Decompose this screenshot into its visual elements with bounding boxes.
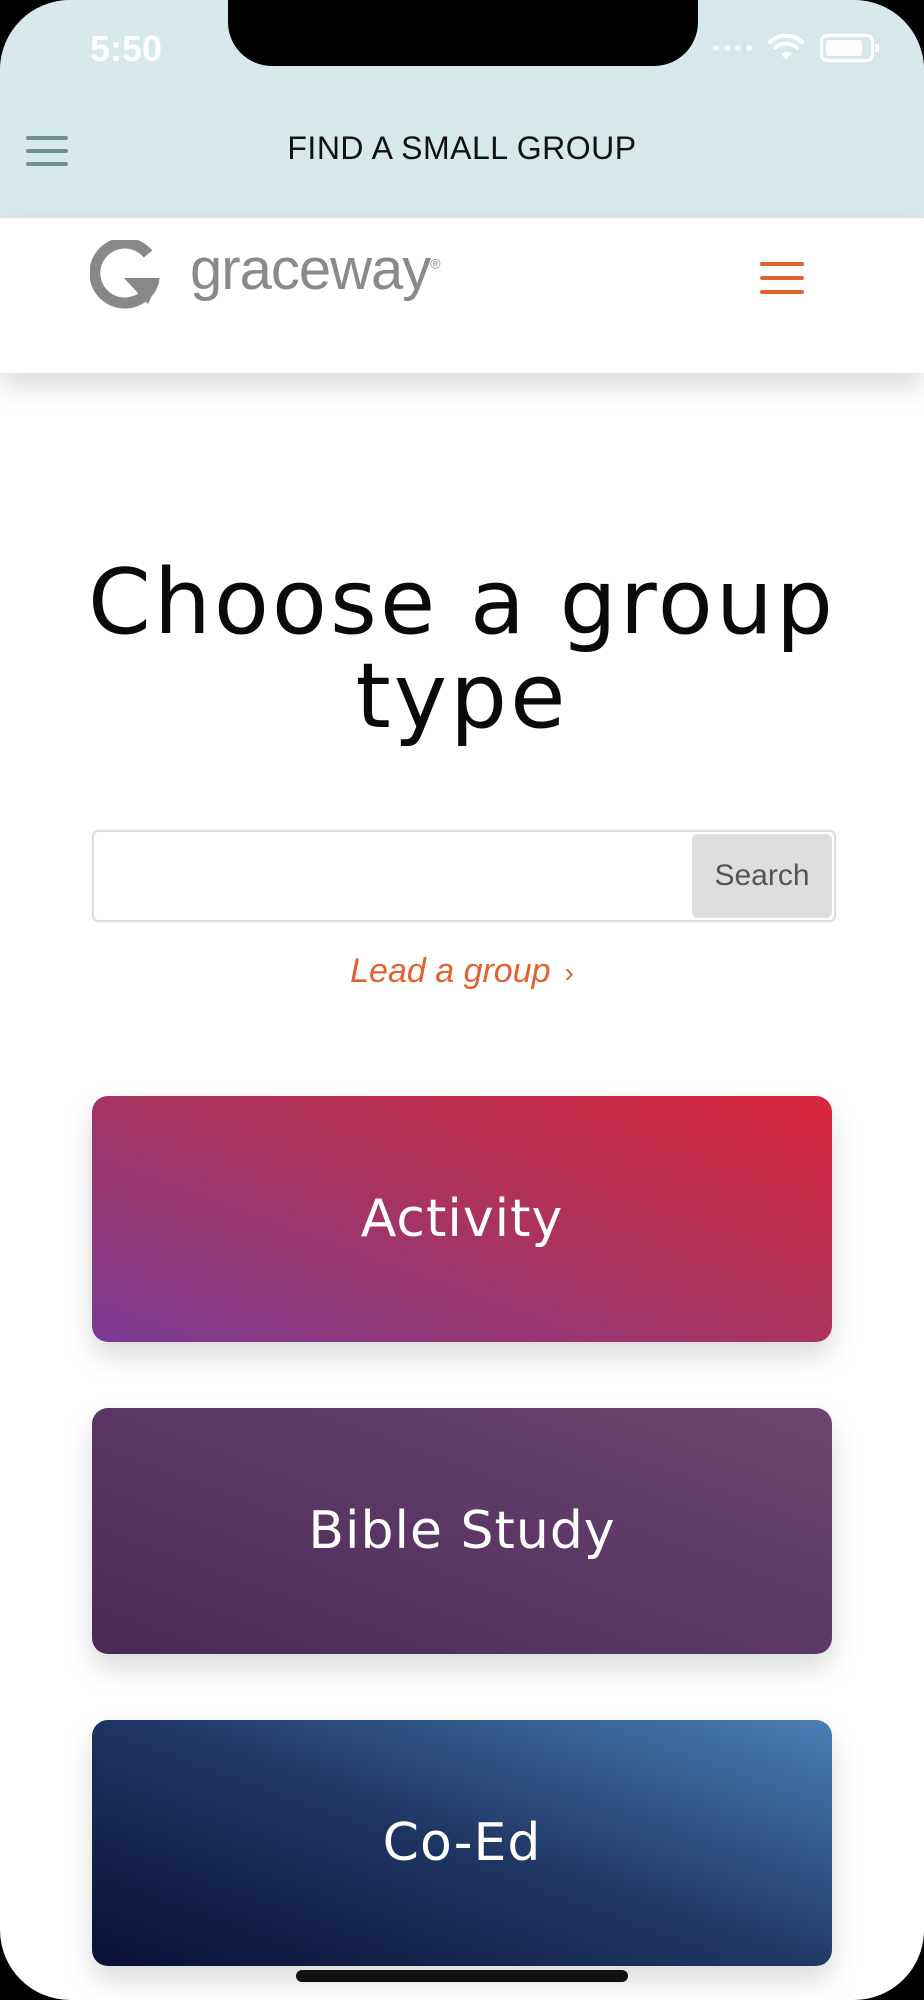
search-bar: Search [92, 830, 836, 922]
group-type-card-activity[interactable]: Activity [92, 1096, 832, 1342]
group-type-card-bible-study[interactable]: Bible Study [92, 1408, 832, 1654]
group-type-label: Co-Ed [382, 1813, 542, 1873]
status-indicators [713, 34, 879, 62]
graceway-logo-text[interactable]: graceway® [190, 236, 441, 303]
page-title: FIND A SMALL GROUP [287, 130, 637, 166]
registered-mark: ® [430, 255, 440, 272]
heading-line-1: Choose a group [87, 550, 837, 655]
signal-icon [713, 45, 752, 51]
search-button[interactable]: Search [692, 834, 832, 918]
graceway-logo-icon[interactable] [90, 240, 166, 310]
section-heading: Choose a group type [0, 556, 924, 744]
group-type-card-co-ed[interactable]: Co-Ed [92, 1720, 832, 1966]
home-indicator[interactable] [296, 1970, 628, 1982]
heading-line-2: type [355, 644, 569, 749]
phone-screen: 5:50 FIND A SMALL GROUP graceway® Choose… [0, 0, 924, 2000]
site-menu-icon[interactable] [760, 262, 804, 294]
device-notch [228, 0, 698, 66]
battery-icon [820, 34, 879, 62]
group-type-label: Bible Study [308, 1501, 616, 1561]
group-type-label: Activity [360, 1189, 564, 1249]
search-input[interactable] [94, 832, 678, 920]
lead-a-group-link[interactable]: Lead a group › [0, 952, 924, 991]
chevron-right-icon: › [564, 957, 574, 988]
lead-link-label: Lead a group [350, 952, 551, 990]
wifi-icon [768, 34, 804, 60]
status-time: 5:50 [90, 28, 163, 69]
